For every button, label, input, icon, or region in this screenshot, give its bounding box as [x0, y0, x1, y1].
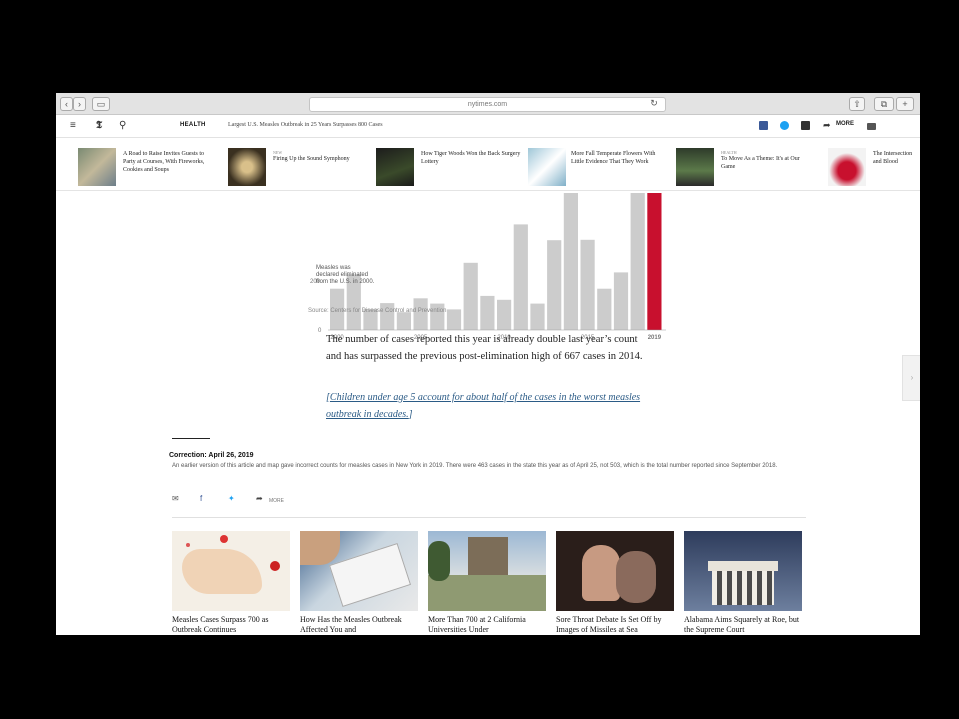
back-button[interactable]: ‹	[60, 97, 73, 111]
chart-bar-2011	[513, 224, 528, 330]
annotation-line: Measles was	[316, 265, 351, 271]
card-title: Alabama Aims Squarely at Roe, but the Su…	[684, 615, 800, 634]
chart-bar-2004	[396, 312, 411, 330]
chart-bar-2014	[563, 193, 578, 330]
facebook-icon[interactable]: f	[200, 494, 202, 504]
header-headline: Largest U.S. Measles Outbreak in 25 Year…	[228, 122, 383, 128]
new-tab-button[interactable]: +	[896, 97, 914, 111]
rec-title: The Intersection and Blood	[873, 151, 913, 165]
chart-bar-2013	[547, 240, 562, 330]
card-image	[556, 531, 674, 611]
forward-button[interactable]: ›	[73, 97, 86, 111]
card-image	[300, 531, 418, 611]
chart-bar-2008	[463, 262, 478, 330]
y-tick-label: 0	[318, 328, 322, 334]
card-title: Sore Throat Debate Is Set Off by Images …	[556, 615, 662, 634]
card-image	[428, 531, 546, 611]
rec-kicker: NEW	[273, 150, 283, 155]
chart-bar-2012	[530, 303, 545, 330]
card-title: Measles Cases Surpass 700 as Outbreak Co…	[172, 615, 269, 634]
card-image	[172, 531, 290, 611]
rec-title: Firing Up the Sound Symphony	[273, 156, 350, 162]
share-button[interactable]: ⇧	[849, 97, 865, 111]
rec-thumbnail	[78, 148, 116, 186]
chart-bar-2005	[413, 298, 428, 330]
site-header: ≡ 𝕿 ⚲ HEALTH Largest U.S. Measles Outbre…	[56, 115, 920, 138]
chart-bar-2015	[580, 239, 595, 330]
chart-bar-2018	[630, 193, 645, 330]
related-link[interactable]: [Children under age 5 account for about …	[326, 389, 646, 423]
share-arrow-icon[interactable]: ➦	[823, 119, 831, 131]
section-label[interactable]: HEALTH	[180, 122, 206, 128]
rec-thumbnail	[828, 148, 866, 186]
related-card[interactable]: Sore Throat Debate Is Set Off by Images …	[556, 531, 674, 635]
annotation-line: declared eliminated	[316, 272, 368, 278]
rec-thumbnail	[228, 148, 266, 186]
related-link-text[interactable]: Children under age 5 account for about h…	[326, 392, 640, 420]
chart-bar-2016	[597, 288, 612, 330]
facebook-icon[interactable]	[759, 121, 768, 130]
menu-icon[interactable]: ≡	[70, 120, 76, 132]
twitter-icon[interactable]: ✦	[228, 494, 235, 504]
bookmark-icon[interactable]	[867, 123, 876, 130]
x-tick-label: 2019	[648, 335, 662, 341]
rec-thumbnail	[376, 148, 414, 186]
nyt-logo-icon[interactable]: 𝕿	[96, 120, 102, 132]
twitter-icon[interactable]	[780, 121, 789, 130]
rec-title: More Fall Temperate Flowers With Little …	[571, 151, 656, 165]
chart-annotation: Measles was declared eliminated from the…	[316, 265, 375, 285]
related-card[interactable]: Alabama Aims Squarely at Roe, but the Su…	[684, 531, 802, 635]
address-bar[interactable]: nytimes.com	[309, 97, 666, 112]
card-title: More Than 700 at 2 California Universiti…	[428, 615, 526, 634]
chart-bar-2017	[613, 272, 629, 330]
share-row: ✉ f ✦ ➦ MORE	[172, 492, 372, 506]
correction-text: An earlier version of this article and m…	[172, 463, 778, 469]
email-icon[interactable]: ✉	[172, 494, 179, 504]
rec-title: To Move As a Theme: It's at Our Game	[721, 156, 800, 170]
rec-thumbnail	[528, 148, 566, 186]
sidebar-button[interactable]: ▭	[92, 97, 110, 111]
rec-title: A Road to Raise Invites Guests to Party …	[123, 151, 205, 173]
correction-title: Correction: April 26, 2019	[169, 452, 254, 459]
more-button[interactable]: MORE	[836, 121, 854, 127]
chart-source: Source: Centers for Disease Control and …	[308, 308, 447, 314]
divider	[172, 517, 806, 518]
side-panel-tab[interactable]: ›	[902, 355, 920, 401]
divider	[172, 438, 210, 439]
chart-bar-2010	[497, 299, 512, 330]
rec-kicker: HEALTH	[721, 150, 737, 155]
related-card[interactable]: How Has the Measles Outbreak Affected Yo…	[300, 531, 418, 635]
related-card[interactable]: Measles Cases Surpass 700 as Outbreak Co…	[172, 531, 290, 635]
browser-toolbar: ‹ › ▭ ◌ nytimes.com ↻ ⇧ ⧉ +	[56, 93, 920, 115]
chart-bar-2007	[446, 309, 462, 330]
tabs-button[interactable]: ⧉	[874, 97, 894, 111]
share-more-button[interactable]: MORE	[269, 496, 284, 506]
browser-window: ‹ › ▭ ◌ nytimes.com ↻ ⇧ ⧉ + ≡ 𝕿 ⚲ HEALTH…	[56, 93, 920, 635]
card-title: How Has the Measles Outbreak Affected Yo…	[300, 615, 402, 634]
card-image	[684, 531, 802, 611]
chart-bar-2009	[480, 295, 495, 330]
chart-bar-2019	[647, 193, 662, 330]
email-icon[interactable]	[801, 121, 810, 130]
bracket-close: ]	[408, 409, 413, 420]
annotation-line: from the U.S. in 2000.	[316, 279, 375, 285]
share-arrow-icon[interactable]: ➦	[256, 494, 263, 504]
recommendation-strip: A Road to Raise Invites Guests to Party …	[56, 138, 920, 191]
reload-button[interactable]: ↻	[648, 97, 660, 109]
article-paragraph: The number of cases reported this year i…	[326, 334, 643, 362]
rec-thumbnail	[676, 148, 714, 186]
related-card[interactable]: More Than 700 at 2 California Universiti…	[428, 531, 546, 635]
search-icon[interactable]: ⚲	[119, 120, 126, 132]
rec-title: How Tiger Woods Won the Back Surgery Lot…	[421, 151, 521, 165]
